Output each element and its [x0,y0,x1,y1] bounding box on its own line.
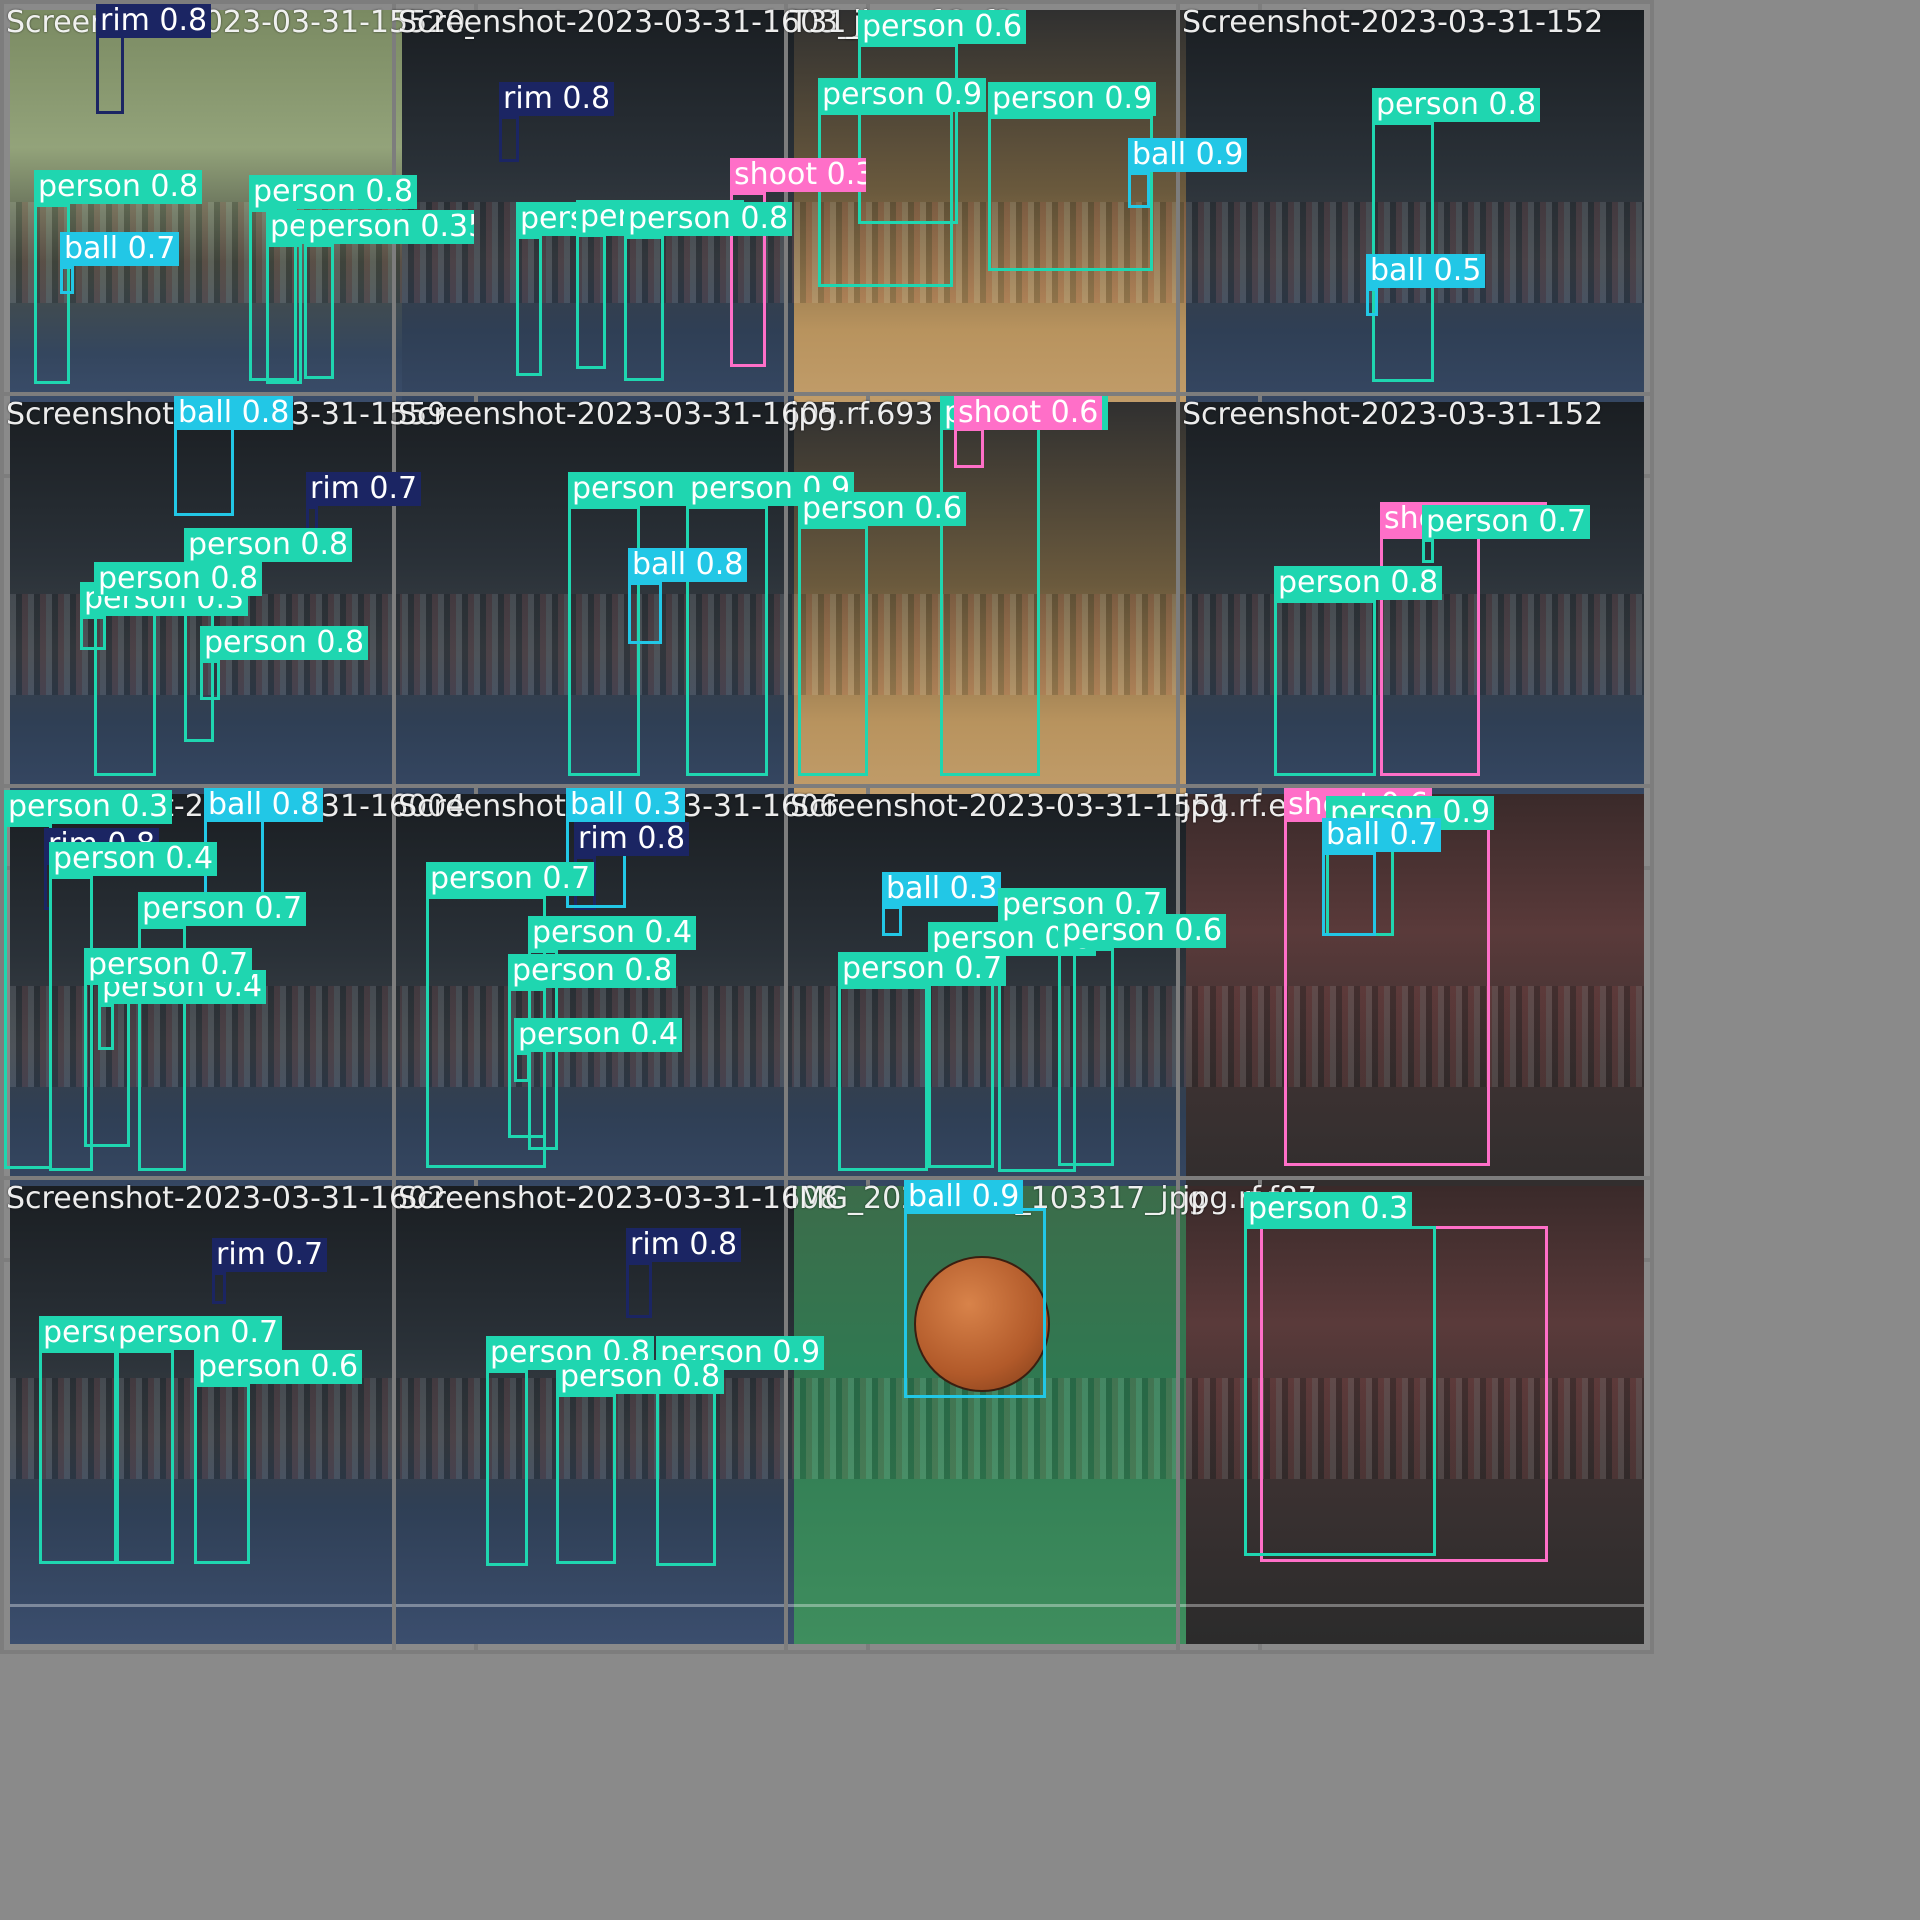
person-detection-label: person 0.4 [49,842,218,876]
person-bounding-box [1274,600,1376,776]
shoot-detection-label: shoot 0.3 [730,158,866,192]
tile-filename: jpg.rf.693 [790,397,934,432]
person-bounding-box [838,986,928,1171]
tile-filename: Screenshot-2023-03-31-1605 [398,397,839,432]
rim-bounding-box [212,1272,226,1304]
person-bounding-box [656,1370,716,1566]
rim-bounding-box [499,116,519,162]
person-bounding-box [556,1394,616,1564]
person-detection-label: person 0.8 [94,562,263,596]
ball-detection-label: ball 0.3 [882,872,1002,906]
person-detection-label: person 0.8 [1372,88,1541,122]
person-detection-label: person 0.6 [858,10,1027,44]
shoot-bounding-box [954,428,984,468]
person-detection-label: person 0.35 [304,210,474,244]
rim-detection-label: rim 0.8 [574,822,690,856]
person-detection-label: person 0.7 [138,892,307,926]
rim-bounding-box [626,1262,652,1318]
person-bounding-box [1058,948,1114,1166]
person-detection-label: person 0.6 [194,1350,363,1384]
ball-bounding-box [1322,852,1376,936]
ball-detection-label: ball 0.7 [60,232,180,266]
ball-bounding-box [1128,172,1150,208]
ball-detection-label: ball 0.3 [566,788,686,822]
person-bounding-box [624,236,664,381]
person-bounding-box [798,526,868,776]
person-bounding-box [1372,122,1434,382]
ball-detection-label: ball 0.8 [174,396,294,430]
person-detection-label: person 0.3 [4,790,173,824]
tile-filename: Screenshot-2023-03-31-152 [1182,5,1604,40]
detection-mosaic: Screenshot-2023-03-31-15520_jpg.rfrim 0.… [0,0,1920,1920]
person-bounding-box [304,244,334,379]
person-bounding-box [200,660,220,700]
person-bounding-box [486,1370,528,1566]
person-bounding-box [266,244,302,384]
person-bounding-box [576,234,606,369]
person-bounding-box [114,1350,174,1564]
person-detection-label: person 0.8 [249,175,418,209]
person-bounding-box [928,956,994,1168]
person-bounding-box [940,426,1040,776]
person-bounding-box [84,982,130,1147]
person-detection-label: person 0.8 [34,170,203,204]
rim-detection-label: rim 0.8 [96,4,212,38]
ball-bounding-box [882,906,902,936]
person-bounding-box [516,236,542,376]
person-detection-label: person 0.7 [84,948,253,982]
rim-detection-label: rim 0.8 [626,1228,742,1262]
rim-detection-label: rim 0.7 [306,472,422,506]
person-detection-label: person 0.9 [818,78,987,112]
person-bounding-box [1422,539,1434,563]
ball-detection-label: ball 0.8 [204,788,324,822]
ball-bounding-box [1366,288,1378,316]
mosaic-tile: jpg.rf.f87shoot 0.3person 0.3 [1176,1176,1654,1654]
ball-detection-label: ball 0.5 [1366,254,1486,288]
person-bounding-box [39,1350,119,1564]
person-detection-label: person 0.7 [838,952,1007,986]
ball-detection-label: ball 0.9 [1128,138,1248,172]
tile-filename: Screenshot-2023-03-31-152 [1182,397,1604,432]
person-detection-label: person 0.8 [184,528,353,562]
person-bounding-box [514,1052,530,1082]
person-bounding-box [818,112,953,287]
person-detection-label: person 0.4 [514,1018,683,1052]
person-detection-label: person 0.8 [1274,566,1443,600]
tile-filename: Screenshot-2023-03-31-1602 [6,1181,447,1216]
person-detection-label: person 0.8 [200,626,369,660]
rim-detection-label: rim 0.7 [212,1238,328,1272]
person-detection-label: person 0.6 [1058,914,1227,948]
ball-detection-label: ball 0.8 [628,548,748,582]
person-detection-label: person 0.7 [1422,505,1591,539]
person-detection-label: person 0.8 [508,954,677,988]
rim-detection-label: rim 0.8 [499,82,615,116]
person-detection-label: person 0.9 [988,82,1157,116]
tile-filename: Screenshot-2023-03-31-1551 [790,789,1231,824]
person-detection-label: person 0.3 [1244,1192,1413,1226]
person-bounding-box [194,1384,250,1564]
ball-detection-label: ball 0.9 [904,1180,1024,1214]
person-detection-label: person 0.8 [556,1360,725,1394]
tile-filename: Screenshot-2023-03-31-1608 [398,1181,839,1216]
person-detection-label: person 0.6 [798,492,967,526]
person-detection-label: person 0.7 [114,1316,283,1350]
ball-detection-label: ball 0.7 [1322,818,1442,852]
shoot-detection-label: shoot 0.6 [954,396,1103,430]
court-line [1186,1604,1644,1608]
ball-bounding-box [904,1208,1046,1398]
person-detection-label: person 0.4 [528,916,697,950]
person-detection-label: person 0.7 [426,862,595,896]
person-bounding-box [1244,1226,1436,1556]
person-bounding-box [94,596,156,776]
ball-bounding-box [60,266,74,294]
person-detection-label: person 0.8 [624,202,793,236]
ball-bounding-box [628,582,662,644]
